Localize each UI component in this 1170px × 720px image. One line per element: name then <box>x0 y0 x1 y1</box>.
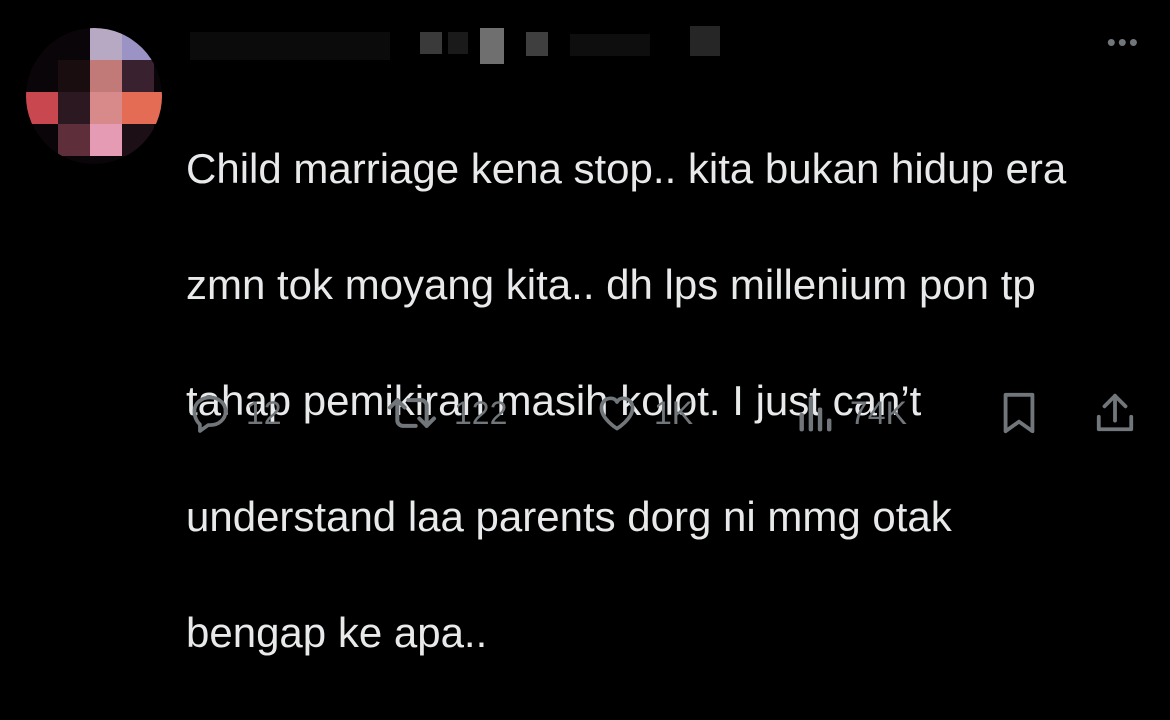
retweet-button[interactable]: 122 <box>384 388 507 438</box>
tweet-text-line: bengap ke apa.. <box>186 609 488 656</box>
reply-button[interactable]: 12 <box>188 388 282 438</box>
reply-count: 12 <box>246 394 282 431</box>
avatar[interactable] <box>26 28 162 164</box>
heart-icon <box>594 391 640 435</box>
views-icon <box>796 391 836 435</box>
tweet-text-line: understand laa parents dorg ni mmg otak <box>186 493 952 540</box>
views-button[interactable]: 74K <box>796 388 907 438</box>
bookmark-button[interactable] <box>998 388 1040 438</box>
share-button[interactable] <box>1094 388 1136 438</box>
like-count: 1K <box>654 394 694 431</box>
tweet-text-line: zmn tok moyang kita.. dh lps millenium p… <box>186 261 1036 308</box>
retweet-icon <box>384 391 440 435</box>
retweet-count: 122 <box>454 394 508 431</box>
action-bar: 12 122 1K 74K <box>0 388 1170 438</box>
bookmark-icon <box>998 390 1040 436</box>
like-button[interactable]: 1K <box>594 388 693 438</box>
views-count: 74K <box>850 394 907 431</box>
author-name-censored[interactable] <box>190 26 730 70</box>
share-icon <box>1094 390 1136 436</box>
tweet-text-line: Child marriage kena stop.. kita bukan hi… <box>186 145 1067 192</box>
tweet: ••• Child marriage kena stop.. kita buka… <box>0 0 1170 656</box>
more-options-icon[interactable]: ••• <box>1107 29 1140 55</box>
reply-icon <box>188 391 232 435</box>
